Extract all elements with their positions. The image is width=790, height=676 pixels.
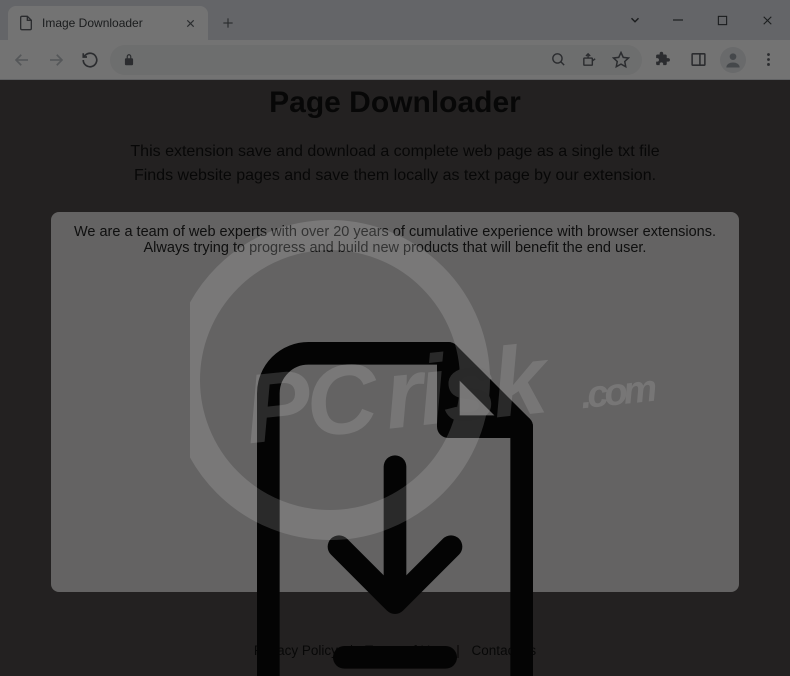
bookmark-star-icon[interactable]	[612, 51, 630, 69]
page-favicon-icon	[18, 15, 34, 31]
contact-link[interactable]: Contact us	[472, 643, 537, 658]
browser-toolbar	[0, 40, 790, 80]
back-button[interactable]	[8, 46, 36, 74]
search-icon[interactable]	[550, 51, 567, 68]
extensions-icon[interactable]	[648, 46, 676, 74]
profile-avatar[interactable]	[720, 47, 746, 73]
card-line: We are a team of web experts with over 2…	[71, 224, 719, 240]
menu-icon[interactable]	[754, 46, 782, 74]
reload-button[interactable]	[76, 46, 104, 74]
info-card: We are a team of web experts with over 2…	[51, 212, 739, 592]
window-controls	[615, 0, 790, 40]
address-bar[interactable]	[110, 45, 642, 75]
terms-link[interactable]: Terms of Use	[365, 643, 445, 658]
lock-icon	[122, 53, 136, 67]
new-tab-button[interactable]	[214, 9, 242, 37]
maximize-button[interactable]	[700, 0, 745, 40]
forward-button[interactable]	[42, 46, 70, 74]
tab-search-icon[interactable]	[615, 0, 655, 40]
separator: |	[456, 643, 460, 658]
page-content: Page Downloader This extension save and …	[0, 80, 790, 676]
browser-titlebar: Image Downloader	[0, 0, 790, 40]
sidepanel-icon[interactable]	[684, 46, 712, 74]
share-icon[interactable]	[581, 51, 598, 68]
privacy-link[interactable]: Privacy Policy	[254, 643, 338, 658]
subtitle-line: This extension save and download a compl…	[130, 140, 659, 164]
close-window-button[interactable]	[745, 0, 790, 40]
card-line: Always trying to progress and build new …	[71, 240, 719, 256]
page-subtitle: This extension save and download a compl…	[130, 140, 659, 188]
close-tab-icon[interactable]	[182, 15, 198, 31]
browser-tab[interactable]: Image Downloader	[8, 6, 208, 40]
separator: |	[350, 643, 354, 658]
subtitle-line: Finds website pages and save them locall…	[130, 164, 659, 188]
page-title: Page Downloader	[269, 86, 521, 120]
tab-title: Image Downloader	[42, 16, 143, 30]
footer-links: Privacy Policy | Terms of Use | Contact …	[0, 643, 790, 658]
minimize-button[interactable]	[655, 0, 700, 40]
